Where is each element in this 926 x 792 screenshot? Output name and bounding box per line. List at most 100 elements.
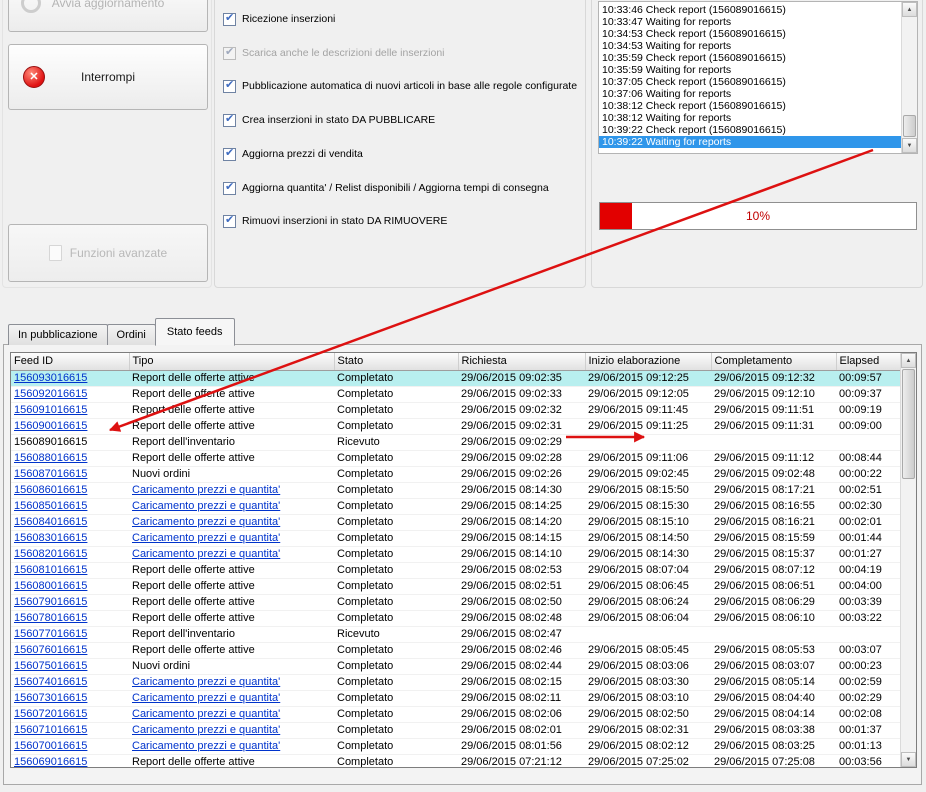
checkbox[interactable]	[223, 79, 236, 93]
tipo-link[interactable]: Caricamento prezzi e quantita'	[132, 724, 280, 736]
feed-row[interactable]: 156089016615 Report dell'inventario Ricevu…	[11, 434, 902, 451]
funzioni-avanzate-button[interactable]: Funzioni avanzate	[8, 224, 208, 282]
log-line[interactable]: 10:38:12 Waiting for reports	[602, 112, 901, 124]
avvia-aggiornamento-button[interactable]: Avvia aggiornamento	[8, 0, 208, 32]
feed-id-link[interactable]: 156069016615	[14, 756, 87, 768]
feed-id-link[interactable]: 156076016615	[14, 644, 87, 656]
log-line[interactable]: 10:33:47 Waiting for reports	[602, 16, 901, 28]
interrompi-button[interactable]: ✕ Interrompi	[8, 44, 208, 110]
log-scrollbar[interactable]: ▲ ▼	[901, 2, 917, 153]
scroll-down-button[interactable]: ▼	[902, 138, 917, 153]
feed-id-link[interactable]: 156074016615	[14, 676, 87, 688]
feed-row[interactable]: 156075016615 Nuovi ordini Completato 29/06/…	[11, 658, 902, 675]
column-header-feed-id[interactable]: Feed ID	[11, 353, 130, 371]
log-list[interactable]: 10:33:46 Check report (156089016615) 10:3…	[599, 2, 901, 153]
scrollbar-track[interactable]	[901, 368, 916, 752]
column-header-tipo[interactable]: Tipo	[129, 353, 335, 371]
log-line[interactable]: 10:38:12 Check report (156089016615)	[602, 100, 901, 112]
feed-id-link[interactable]: 156090016615	[14, 420, 87, 432]
feed-row[interactable]: 156074016615 Caricamento prezzi e quantit…	[11, 674, 902, 691]
column-header-elapsed[interactable]: Elapsed	[836, 353, 903, 371]
feed-id-link[interactable]: 156092016615	[14, 388, 87, 400]
feed-row[interactable]: 156072016615 Caricamento prezzi e quantit…	[11, 706, 902, 723]
log-line[interactable]: 10:35:59 Waiting for reports	[602, 64, 901, 76]
scroll-up-button[interactable]: ▲	[902, 2, 917, 17]
tab-ordini[interactable]: Ordini	[106, 324, 156, 345]
feed-id-link[interactable]: 156079016615	[14, 596, 87, 608]
feed-id-link[interactable]: 156078016615	[14, 612, 87, 624]
column-header-completamento[interactable]: Completamento	[711, 353, 837, 371]
feed-id-link[interactable]: 156073016615	[14, 692, 87, 704]
feed-id-link[interactable]: 156077016615	[14, 628, 87, 640]
column-header-richiesta[interactable]: Richiesta	[458, 353, 586, 371]
feed-row[interactable]: 156081016615 Report delle offerte attive C…	[11, 562, 902, 579]
column-header-inizio-elaborazione[interactable]: Inizio elaborazione	[585, 353, 712, 371]
table-scrollbar[interactable]: ▲ ▼	[900, 353, 916, 767]
checkbox-row-5[interactable]: Aggiorna quantita' / Relist disponibili …	[223, 181, 549, 195]
feed-id-link[interactable]: 156080016615	[14, 580, 87, 592]
feed-row[interactable]: 156086016615 Caricamento prezzi e quantit…	[11, 482, 902, 499]
feed-row[interactable]: 156084016615 Caricamento prezzi e quantit…	[11, 514, 902, 531]
tipo-link[interactable]: Caricamento prezzi e quantita'	[132, 740, 280, 752]
checkbox[interactable]	[223, 113, 236, 127]
checkbox-row-2[interactable]: Pubblicazione automatica di nuovi artico…	[223, 79, 577, 93]
log-line[interactable]: 10:35:59 Check report (156089016615)	[602, 52, 901, 64]
checkbox-row-4[interactable]: Aggiorna prezzi di vendita	[223, 147, 363, 161]
column-header-stato[interactable]: Stato	[334, 353, 459, 371]
feed-id-link[interactable]: 156085016615	[14, 500, 87, 512]
checkbox[interactable]	[223, 147, 236, 161]
checkbox-row-3[interactable]: Crea inserzioni in stato DA PUBBLICARE	[223, 113, 435, 127]
tipo-link[interactable]: Caricamento prezzi e quantita'	[132, 676, 280, 688]
tipo-link[interactable]: Caricamento prezzi e quantita'	[132, 532, 280, 544]
log-line[interactable]: 10:33:46 Check report (156089016615)	[602, 4, 901, 16]
feed-row[interactable]: 156093016615 Report delle offerte attive C…	[11, 370, 902, 387]
tipo-link[interactable]: Caricamento prezzi e quantita'	[132, 548, 280, 560]
checkbox[interactable]	[223, 181, 236, 195]
tipo-link[interactable]: Caricamento prezzi e quantita'	[132, 516, 280, 528]
tab-stato-feeds[interactable]: Stato feeds	[154, 318, 235, 346]
feed-row[interactable]: 156077016615 Report dell'inventario Ricevu…	[11, 626, 902, 643]
feed-row[interactable]: 156071016615 Caricamento prezzi e quantit…	[11, 722, 902, 739]
feed-row[interactable]: 156078016615 Report delle offerte attive C…	[11, 610, 902, 627]
feed-id-link[interactable]: 156091016615	[14, 404, 87, 416]
log-line[interactable]: 10:34:53 Check report (156089016615)	[602, 28, 901, 40]
feed-row[interactable]: 156069016615 Report delle offerte attive C…	[11, 754, 902, 768]
tipo-link[interactable]: Caricamento prezzi e quantita'	[132, 708, 280, 720]
feed-row[interactable]: 156088016615 Report delle offerte attive C…	[11, 450, 902, 467]
checkbox-row-6[interactable]: Rimuovi inserzioni in stato DA RIMUOVERE	[223, 214, 447, 228]
tab-in-pubblicazione[interactable]: In pubblicazione	[8, 324, 108, 345]
feed-row[interactable]: 156085016615 Caricamento prezzi e quantit…	[11, 498, 902, 515]
checkbox[interactable]	[223, 214, 236, 228]
feed-id-link[interactable]: 156086016615	[14, 484, 87, 496]
feed-row[interactable]: 156090016615 Report delle offerte attive C…	[11, 418, 902, 435]
tipo-link[interactable]: Caricamento prezzi e quantita'	[132, 484, 280, 496]
feed-row[interactable]: 156092016615 Report delle offerte attive C…	[11, 386, 902, 403]
feed-id-link[interactable]: 156081016615	[14, 564, 87, 576]
feed-row[interactable]: 156073016615 Caricamento prezzi e quantit…	[11, 690, 902, 707]
feed-row[interactable]: 156080016615 Report delle offerte attive C…	[11, 578, 902, 595]
feed-id-link[interactable]: 156070016615	[14, 740, 87, 752]
feed-row[interactable]: 156079016615 Report delle offerte attive C…	[11, 594, 902, 611]
scrollbar-track[interactable]	[902, 17, 917, 138]
feed-row[interactable]: 156070016615 Caricamento prezzi e quantit…	[11, 738, 902, 755]
log-line[interactable]: 10:39:22 Check report (156089016615)	[602, 124, 901, 136]
checkbox[interactable]	[223, 12, 236, 26]
feed-id-link[interactable]: 156082016615	[14, 548, 87, 560]
log-line[interactable]: 10:39:22 Waiting for reports	[599, 136, 901, 148]
feed-id-link[interactable]: 156093016615	[14, 372, 87, 384]
log-line[interactable]: 10:34:53 Waiting for reports	[602, 40, 901, 52]
feed-row[interactable]: 156082016615 Caricamento prezzi e quantit…	[11, 546, 902, 563]
feed-id-link[interactable]: 156072016615	[14, 708, 87, 720]
feed-id-link[interactable]: 156071016615	[14, 724, 87, 736]
feed-row[interactable]: 156091016615 Report delle offerte attive C…	[11, 402, 902, 419]
checkbox-row-0[interactable]: Ricezione inserzioni	[223, 12, 335, 26]
scrollbar-thumb[interactable]	[902, 369, 915, 479]
scroll-up-button[interactable]: ▲	[901, 353, 916, 368]
feed-row[interactable]: 156083016615 Caricamento prezzi e quantit…	[11, 530, 902, 547]
feed-row[interactable]: 156076016615 Report delle offerte attive C…	[11, 642, 902, 659]
scroll-down-button[interactable]: ▼	[901, 752, 916, 767]
log-line[interactable]: 10:37:05 Check report (156089016615)	[602, 76, 901, 88]
log-line[interactable]: 10:37:06 Waiting for reports	[602, 88, 901, 100]
feed-id-link[interactable]: 156087016615	[14, 468, 87, 480]
tipo-link[interactable]: Caricamento prezzi e quantita'	[132, 500, 280, 512]
